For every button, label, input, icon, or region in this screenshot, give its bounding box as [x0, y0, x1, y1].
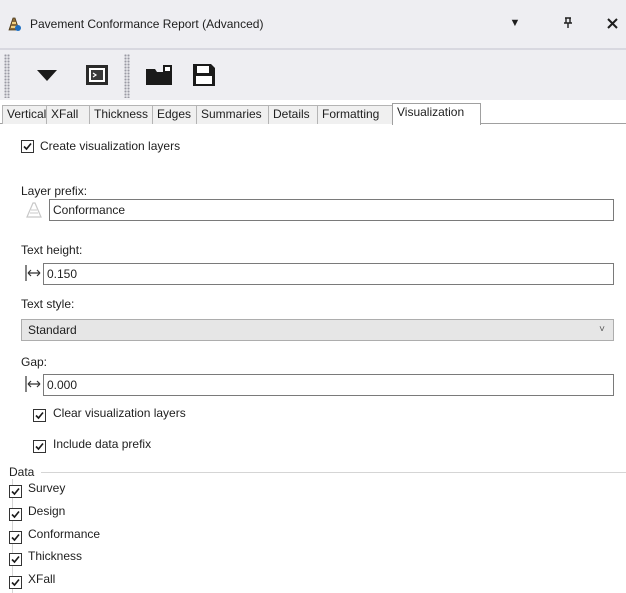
text-style-select[interactable]: Standard ˅ [21, 319, 614, 341]
window-menu-dropdown-button[interactable]: ▼ [504, 12, 526, 34]
data-group-title: Data [9, 465, 37, 479]
design-label: Design [28, 504, 66, 518]
save-disk-icon [193, 64, 215, 86]
survey-label: Survey [28, 481, 66, 495]
checkmark-icon [11, 510, 20, 519]
data-group-border [41, 472, 626, 473]
create-layers-label: Create visualization layers [40, 139, 181, 153]
chevron-down-icon: ˅ [599, 324, 605, 335]
dropdown-triangle-icon [37, 70, 57, 81]
tab-strip: Vertical XFall Thickness Edges Summaries… [0, 103, 626, 125]
clear-layers-label: Clear visualization layers [53, 406, 186, 420]
pin-button[interactable] [557, 12, 579, 34]
pin-icon [564, 17, 572, 28]
clear-layers-checkbox[interactable] [33, 409, 46, 422]
toolbar-grip[interactable] [4, 54, 10, 98]
dimension-arrow-icon [25, 265, 41, 281]
thickness-checkbox[interactable] [9, 553, 22, 566]
checkmark-icon [11, 555, 20, 564]
checkmark-icon [11, 533, 20, 542]
layer-prefix-input[interactable] [49, 199, 614, 221]
include-prefix-label: Include data prefix [53, 437, 152, 451]
dropdown-menu-button[interactable] [30, 58, 64, 92]
checkmark-icon [23, 142, 32, 151]
xfall-checkbox[interactable] [9, 576, 22, 589]
checkmark-icon [11, 578, 20, 587]
gap-input[interactable] [43, 374, 614, 396]
create-layers-checkbox[interactable] [21, 140, 34, 153]
window-title: Pavement Conformance Report (Advanced) [30, 17, 264, 31]
layer-prefix-icon [26, 202, 42, 218]
console-icon [86, 65, 108, 85]
close-button[interactable] [601, 12, 623, 34]
tab-formatting[interactable]: Formatting [317, 105, 393, 124]
conformance-checkbox[interactable] [9, 531, 22, 544]
text-height-input[interactable] [43, 263, 614, 285]
design-checkbox[interactable] [9, 508, 22, 521]
dimension-arrow-icon-2 [25, 376, 41, 392]
tab-edges[interactable]: Edges [152, 105, 197, 124]
console-button[interactable] [80, 58, 114, 92]
text-style-value: Standard [28, 323, 77, 337]
toolbar-grip-2[interactable] [124, 54, 130, 98]
include-prefix-checkbox[interactable] [33, 440, 46, 453]
tab-summaries[interactable]: Summaries [196, 105, 269, 124]
xfall-label: XFall [28, 572, 56, 586]
tab-details[interactable]: Details [268, 105, 318, 124]
gap-label: Gap: [21, 355, 48, 369]
close-icon [606, 17, 618, 29]
open-folder-icon [146, 65, 172, 85]
checkmark-icon [11, 487, 20, 496]
open-button[interactable] [142, 58, 178, 92]
survey-checkbox[interactable] [9, 485, 22, 498]
tab-thickness[interactable]: Thickness [89, 105, 153, 124]
tab-xfall[interactable]: XFall [46, 105, 90, 124]
tab-vertical[interactable]: Vertical [2, 105, 47, 124]
conformance-label: Conformance [28, 527, 101, 541]
title-bar: Pavement Conformance Report (Advanced) ▼ [0, 0, 626, 48]
app-icon [8, 17, 21, 31]
checkmark-icon [35, 442, 44, 451]
save-button[interactable] [188, 58, 220, 92]
text-style-label: Text style: [21, 297, 75, 311]
checkmark-icon [35, 411, 44, 420]
tab-visualization[interactable]: Visualization [392, 103, 481, 125]
toolbar [0, 48, 626, 100]
text-height-label: Text height: [21, 243, 83, 257]
layer-prefix-label: Layer prefix: [21, 184, 88, 198]
thickness-label: Thickness [28, 549, 83, 563]
